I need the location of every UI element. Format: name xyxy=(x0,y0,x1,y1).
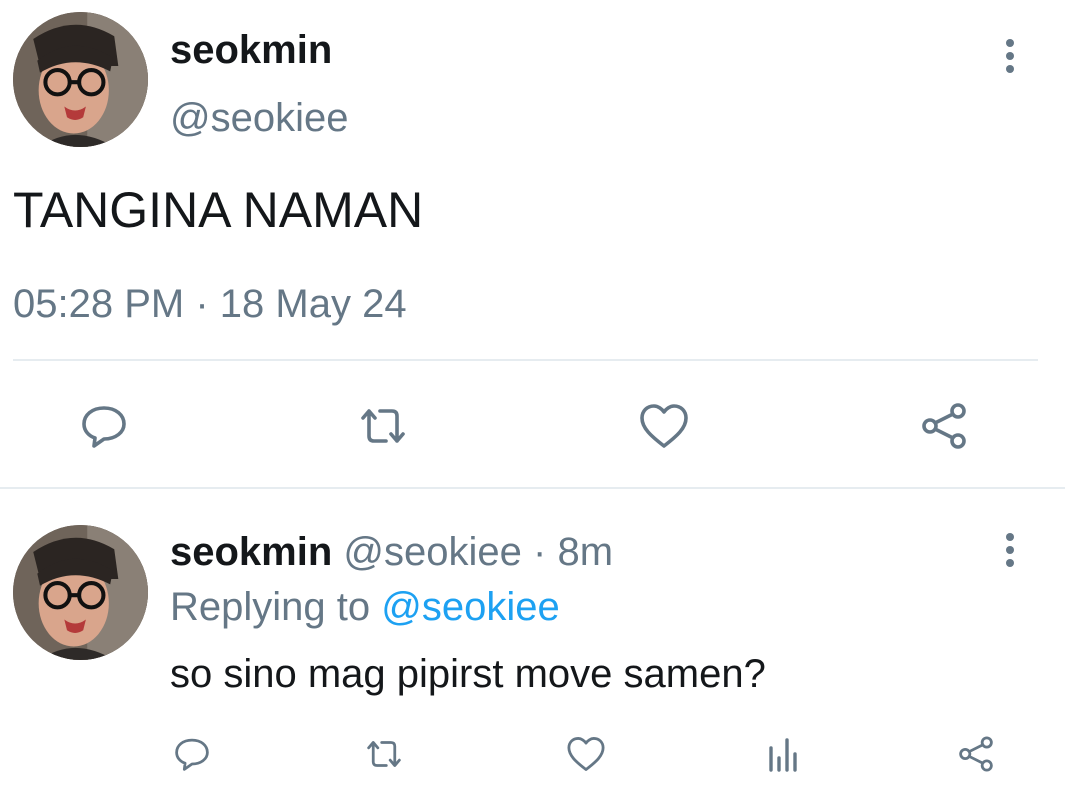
user-handle[interactable]: @seokiee xyxy=(343,530,521,574)
share-icon xyxy=(922,403,966,449)
profile-photo xyxy=(13,12,148,147)
replying-to-label: Replying to xyxy=(170,585,371,629)
retweet-button[interactable] xyxy=(351,394,415,458)
user-handle[interactable]: @seokiee xyxy=(170,94,348,142)
retweet-button[interactable] xyxy=(358,728,410,780)
like-button[interactable] xyxy=(632,394,696,458)
more-vertical-icon xyxy=(1006,533,1014,567)
divider xyxy=(13,359,1038,361)
avatar[interactable] xyxy=(13,525,148,660)
more-vertical-icon xyxy=(1006,39,1014,73)
avatar[interactable] xyxy=(13,12,148,147)
tweet-date: 18 May 24 xyxy=(219,282,407,326)
timestamp-separator: · xyxy=(533,530,547,574)
share-button[interactable] xyxy=(912,394,976,458)
tweet-timestamp[interactable]: 05:28 PM · 18 May 24 xyxy=(13,280,407,328)
reply-button[interactable] xyxy=(72,394,136,458)
profile-photo xyxy=(13,525,148,660)
view-stats-button[interactable] xyxy=(757,728,809,780)
reply-header: seokmin @seokiee · 8m xyxy=(170,528,613,576)
replying-to-handle-link[interactable]: @seokiee xyxy=(381,585,559,629)
stats-icon xyxy=(769,738,797,772)
reply-icon xyxy=(82,406,126,448)
heart-icon xyxy=(640,404,688,448)
retweet-icon xyxy=(361,409,405,443)
like-button[interactable] xyxy=(560,728,612,780)
more-options-button[interactable] xyxy=(990,36,1030,76)
tweet-text: TANGINA NAMAN xyxy=(13,182,424,238)
tweet-time: 05:28 PM xyxy=(13,282,185,326)
reply-button[interactable] xyxy=(166,728,218,780)
more-options-button[interactable] xyxy=(990,530,1030,570)
timestamp-separator: · xyxy=(195,282,209,326)
replying-to: Replying to @seokiee xyxy=(170,583,560,631)
section-divider xyxy=(0,487,1065,489)
display-name[interactable]: seokmin xyxy=(170,530,332,574)
relative-time[interactable]: 8m xyxy=(557,530,613,574)
retweet-icon xyxy=(367,741,401,767)
share-icon xyxy=(959,736,993,772)
heart-icon xyxy=(567,737,605,771)
reply-icon xyxy=(175,738,209,771)
share-button[interactable] xyxy=(950,728,1002,780)
display-name[interactable]: seokmin xyxy=(170,26,332,74)
tweet-text: so sino mag pipirst move samen? xyxy=(170,652,766,696)
